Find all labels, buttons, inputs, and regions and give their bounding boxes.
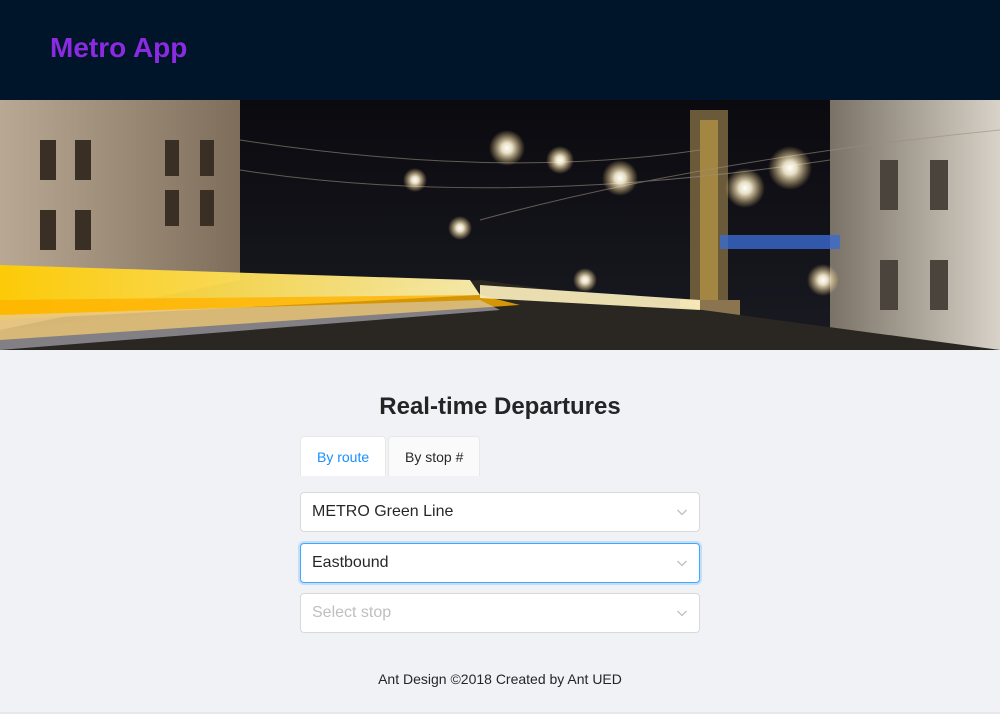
chevron-down-icon: [677, 610, 687, 617]
tab-by-stop[interactable]: By stop #: [388, 436, 480, 476]
stop-select-placeholder: Select stop: [312, 604, 392, 621]
app-header: Metro App: [0, 0, 1000, 100]
stop-select[interactable]: Select stop: [300, 593, 700, 633]
direction-select-value: Eastbound: [312, 554, 389, 571]
direction-select[interactable]: Eastbound: [300, 543, 700, 583]
route-select-value: METRO Green Line: [312, 503, 454, 520]
chevron-down-icon: [677, 560, 687, 567]
tab-by-route[interactable]: By route: [300, 436, 386, 476]
route-select[interactable]: METRO Green Line: [300, 492, 700, 532]
city-street-night-photo: [0, 100, 1000, 350]
chevron-down-icon: [677, 509, 687, 516]
app-logo-title[interactable]: Metro App: [50, 30, 187, 66]
footer-credit: Ant Design ©2018 Created by Ant UED: [378, 671, 622, 687]
hero-image: [0, 100, 1000, 350]
page-title: Real-time Departures: [379, 393, 621, 420]
